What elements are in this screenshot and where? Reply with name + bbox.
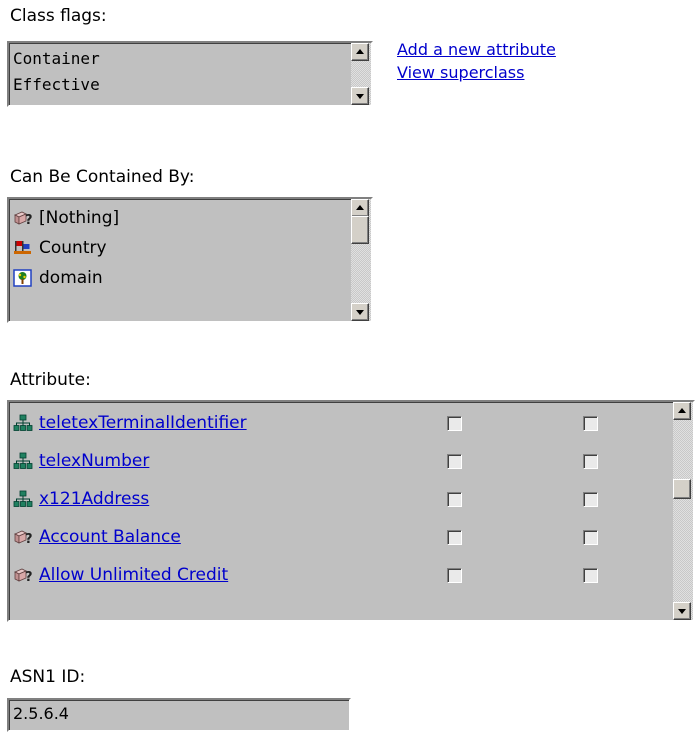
arrow-down-icon <box>678 609 686 614</box>
asn1-value: 2.5.6.4 <box>13 704 69 723</box>
table-row: x121Address <box>13 482 149 516</box>
attribute-label: Attribute: <box>10 370 91 390</box>
add-attribute-link[interactable]: Add a new attribute <box>397 40 556 59</box>
scroll-up-button[interactable] <box>673 402 691 420</box>
attribute-icon <box>13 414 33 432</box>
attribute-flag-2-checkbox[interactable] <box>583 492 598 507</box>
list-item-label: domain <box>39 268 103 288</box>
attribute-flag-2-checkbox[interactable] <box>583 530 598 545</box>
scrollbar-thumb[interactable] <box>673 479 691 499</box>
attribute-flag-2-checkbox[interactable] <box>583 454 598 469</box>
list-item-label: Container <box>13 48 100 68</box>
scrollbar[interactable] <box>351 199 371 321</box>
list-item[interactable]: Effective <box>13 72 100 96</box>
scroll-up-button[interactable] <box>351 43 369 61</box>
list-item[interactable]: Country <box>13 233 107 263</box>
table-row: ? Account Balance <box>13 520 181 554</box>
asn1-field[interactable]: 2.5.6.4 <box>7 698 351 732</box>
attribute-table[interactable]: teletexTerminalIdentifier telexNumber x121… <box>7 400 695 622</box>
svg-text:?: ? <box>25 570 33 584</box>
domain-icon <box>13 269 33 287</box>
scrollbar[interactable] <box>351 43 371 105</box>
attribute-name-link[interactable]: Account Balance <box>39 527 181 547</box>
svg-text:?: ? <box>25 213 33 227</box>
list-item[interactable]: Container <box>13 46 100 70</box>
unknown-object-icon: ? <box>13 528 33 547</box>
contained-by-list[interactable]: ? [Nothing] Country domain <box>7 197 373 323</box>
table-row: teletexTerminalIdentifier <box>13 406 247 440</box>
attribute-flag-1-checkbox[interactable] <box>447 568 462 583</box>
asn1-label: ASN1 ID: <box>10 667 86 687</box>
arrow-up-icon <box>678 408 686 413</box>
scroll-up-button[interactable] <box>351 199 369 217</box>
scroll-down-button[interactable] <box>673 602 691 620</box>
scrollbar[interactable] <box>673 402 693 620</box>
attribute-flag-2-checkbox[interactable] <box>583 416 598 431</box>
arrow-down-icon <box>356 94 364 99</box>
attribute-icon <box>13 490 33 508</box>
arrow-up-icon <box>356 49 364 54</box>
attribute-name-link[interactable]: Allow Unlimited Credit <box>39 565 228 585</box>
scroll-down-button[interactable] <box>351 303 369 321</box>
class-flags-label: Class flags: <box>10 6 107 26</box>
attribute-flag-1-checkbox[interactable] <box>447 492 462 507</box>
country-icon <box>13 239 33 257</box>
attribute-name-link[interactable]: x121Address <box>39 489 149 509</box>
list-item[interactable]: ? [Nothing] <box>13 203 119 233</box>
list-item-label: Effective <box>13 74 100 94</box>
list-item-label: Country <box>39 238 107 258</box>
list-item[interactable]: domain <box>13 263 103 293</box>
svg-text:?: ? <box>25 532 33 546</box>
attribute-flag-1-checkbox[interactable] <box>447 416 462 431</box>
attribute-flag-1-checkbox[interactable] <box>447 454 462 469</box>
attribute-icon <box>13 452 33 470</box>
scrollbar-thumb[interactable] <box>351 216 369 244</box>
arrow-down-icon <box>356 310 364 315</box>
contained-by-label: Can Be Contained By: <box>10 167 195 187</box>
table-row: telexNumber <box>13 444 149 478</box>
unknown-object-icon: ? <box>13 566 33 585</box>
arrow-up-icon <box>356 205 364 210</box>
attribute-flag-2-checkbox[interactable] <box>583 568 598 583</box>
attribute-flag-1-checkbox[interactable] <box>447 530 462 545</box>
list-item-label: [Nothing] <box>39 208 120 228</box>
unknown-object-icon: ? <box>13 209 33 228</box>
view-superclass-link[interactable]: View superclass <box>397 63 524 82</box>
attribute-name-link[interactable]: telexNumber <box>39 451 149 471</box>
attribute-name-link[interactable]: teletexTerminalIdentifier <box>39 413 247 433</box>
table-row: ? Allow Unlimited Credit <box>13 558 228 592</box>
scroll-down-button[interactable] <box>351 87 369 105</box>
class-flags-list[interactable]: Container Effective <box>7 41 373 107</box>
